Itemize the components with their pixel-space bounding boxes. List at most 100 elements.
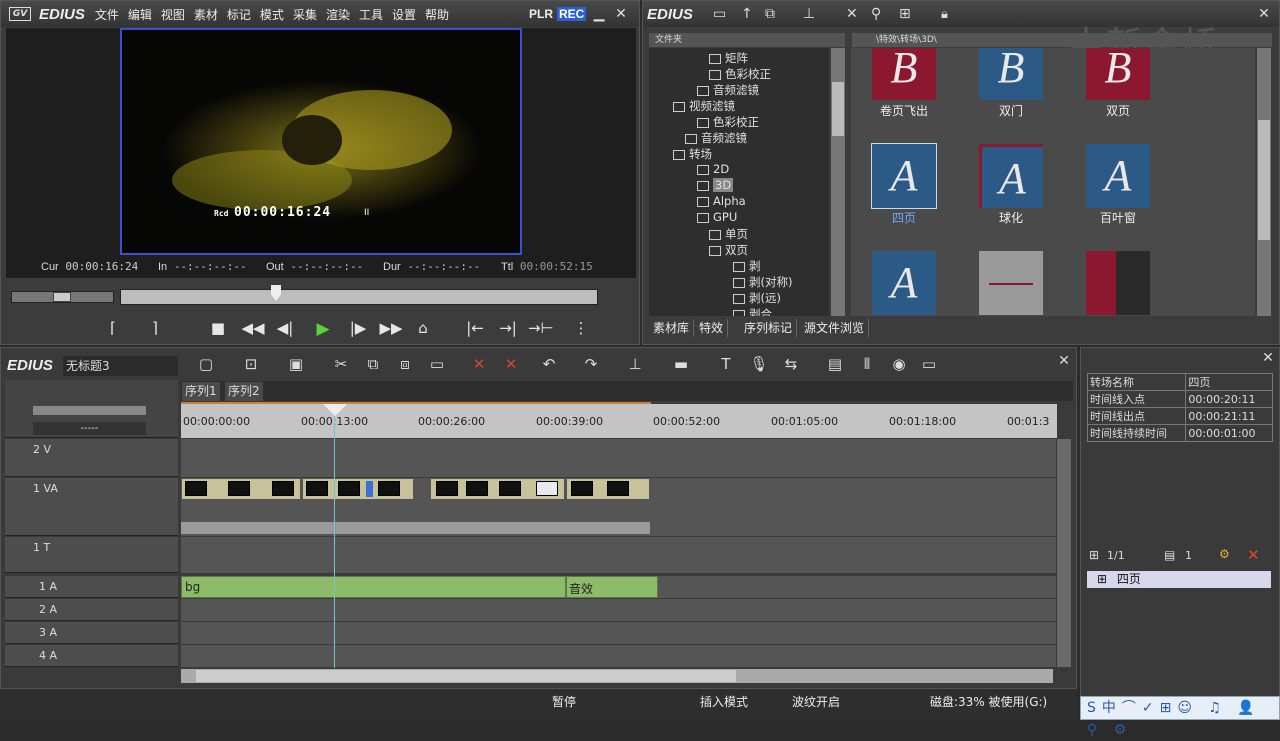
video-clip[interactable] [181,478,301,500]
track-3a[interactable] [181,622,1056,644]
status-ripple[interactable]: 波纹开启 [792,693,840,710]
tab-effects[interactable]: 特效 [695,319,729,337]
effect-thumb-9[interactable] [1086,251,1150,315]
status-mode[interactable]: 插入模式 [700,693,748,710]
menu-marker[interactable]: 标记 [227,8,251,22]
seq-tab-2[interactable]: 序列2 [225,382,263,401]
rewind-icon[interactable]: ◀◀ [241,319,265,337]
effect-thumb-page-fly[interactable]: B [872,48,936,100]
tree-item[interactable]: 音频滤镜 [697,82,759,98]
tree-item[interactable]: 音频滤镜 [685,130,747,146]
timeline-vscrollbar[interactable] [1057,439,1071,667]
marker-icon[interactable]: ⊥ [624,355,646,373]
effect-thumb-four-page[interactable]: A [871,143,937,209]
tree-item[interactable]: 2D [697,162,729,176]
effect-list-item[interactable]: ⊞ 四页 [1087,571,1271,588]
minimize-icon[interactable]: ▁ [588,6,610,22]
track-header-2v[interactable]: 2 V [5,439,178,477]
track-header-4a[interactable]: 4 A [5,645,178,667]
replace-icon[interactable]: ▭ [426,355,448,373]
effect-thumb-sphere[interactable]: A [979,144,1043,208]
render-icon[interactable]: ▬ [670,355,692,373]
delete-clip-icon[interactable]: ✕ [468,355,490,373]
position-slider[interactable] [120,289,598,305]
track-header-1va[interactable]: 1 VA [5,478,178,536]
grid-scroll-thumb[interactable] [1258,120,1270,240]
color-icon[interactable]: ◉ [888,355,910,373]
undo-icon[interactable]: ↶ [538,355,560,373]
menu-capture[interactable]: 采集 [293,8,317,22]
lock-icon[interactable]: 🔒︎ [941,7,948,22]
tree-item[interactable]: 剥(对称) [733,274,792,290]
audio-clip-bg[interactable]: bg [181,576,566,598]
zoom-slider[interactable] [33,406,146,415]
video-clip[interactable] [566,478,650,500]
tab-source-browser[interactable]: 源文件浏览 [800,319,870,337]
bin-close-icon[interactable]: ✕ [1253,6,1275,22]
track-header-3a[interactable]: 3 A [5,622,178,644]
track-header-2a[interactable]: 2 A [5,599,178,621]
audio-clip-sfx[interactable]: 音效 [566,576,658,598]
menu-view[interactable]: 视图 [161,8,185,22]
remove-effect-icon[interactable]: ✕ [1247,546,1260,564]
delete-icon[interactable]: ✕ [846,6,858,22]
send-icon[interactable]: ⊥ [803,6,815,22]
grid-icon[interactable]: ▤ [824,355,846,373]
mic-icon[interactable]: 🎙︎ [748,355,770,373]
track-dropdown[interactable]: ----- [33,422,146,435]
copy-icon[interactable]: ⧉ [362,355,384,373]
tree-item[interactable]: 剥 [733,258,761,274]
tab-sequence-markers[interactable]: 序列标记 [740,319,798,337]
set-out-icon[interactable]: ⌉ [143,319,167,337]
export-icon[interactable]: ⇆ [780,355,802,373]
info-close-icon[interactable]: ✕ [1257,350,1279,366]
tree-item[interactable]: 双页 [709,242,748,258]
tree-item[interactable]: 色彩校正 [697,114,759,130]
goto-in-icon[interactable]: |← [463,319,487,337]
title-icon[interactable]: T [715,355,737,373]
effect-thumb-double-page[interactable]: B [1086,48,1150,100]
menu-settings[interactable]: 设置 [392,8,416,22]
properties-icon[interactable]: ⚲ [871,6,881,22]
open-icon[interactable]: ⊡ [240,355,262,373]
tree-scroll-thumb[interactable] [832,82,844,136]
set-in-icon[interactable]: ⌈ [101,319,125,337]
tree-item[interactable]: 转场 [673,146,712,162]
paste-icon[interactable]: ⧈ [394,355,416,373]
shuttle-handle[interactable] [53,292,71,302]
tree-item[interactable]: Alpha [697,194,746,208]
video-clip[interactable] [430,478,565,500]
effect-thumb-8[interactable] [979,251,1043,315]
timeline-close-icon[interactable]: ✕ [1053,353,1075,369]
tree-item[interactable]: 剥合 [733,306,772,316]
folder-icon[interactable]: ▭ [713,6,726,22]
menu-help[interactable]: 帮助 [425,8,449,22]
save-icon[interactable]: ▣ [285,355,307,373]
track-1t[interactable] [181,537,1056,573]
video-clip[interactable] [302,478,414,500]
tree-item[interactable]: GPU [697,210,737,224]
menu-tools[interactable]: 工具 [359,8,383,22]
tab-asset-library[interactable]: 素材库 [649,319,695,337]
track-header-1t[interactable]: 1 T [5,537,178,573]
track-2v[interactable] [181,439,1056,477]
effect-thumb-7[interactable]: A [872,251,936,315]
time-ruler[interactable]: 00:00:00:00 00:00:13:00 00:00:26:00 00:0… [181,404,1057,438]
mixer-icon[interactable]: ⫴ [856,355,878,373]
menu-render[interactable]: 渲染 [326,8,350,22]
ripple-delete-icon[interactable]: ✕ [500,355,522,373]
tree-item[interactable]: 视频滤镜 [673,98,735,114]
seq-tab-1[interactable]: 序列1 [182,382,220,401]
timeline-hscroll-thumb[interactable] [196,670,736,682]
loop-icon[interactable]: ⌂ [411,319,435,337]
tree-item[interactable]: 3D [697,178,734,192]
overwrite-icon[interactable]: ⋮ [569,319,593,337]
track-4a[interactable] [181,645,1056,667]
play-icon[interactable]: ▶ [311,319,335,339]
menu-clip[interactable]: 素材 [194,8,218,22]
view-icon[interactable]: ⊞ [899,6,911,22]
tree-item[interactable]: 色彩校正 [709,66,771,82]
tree-item[interactable]: 剥(远) [733,290,781,306]
rec-button[interactable]: REC [557,7,587,21]
cut-icon[interactable]: ✂ [330,355,352,373]
